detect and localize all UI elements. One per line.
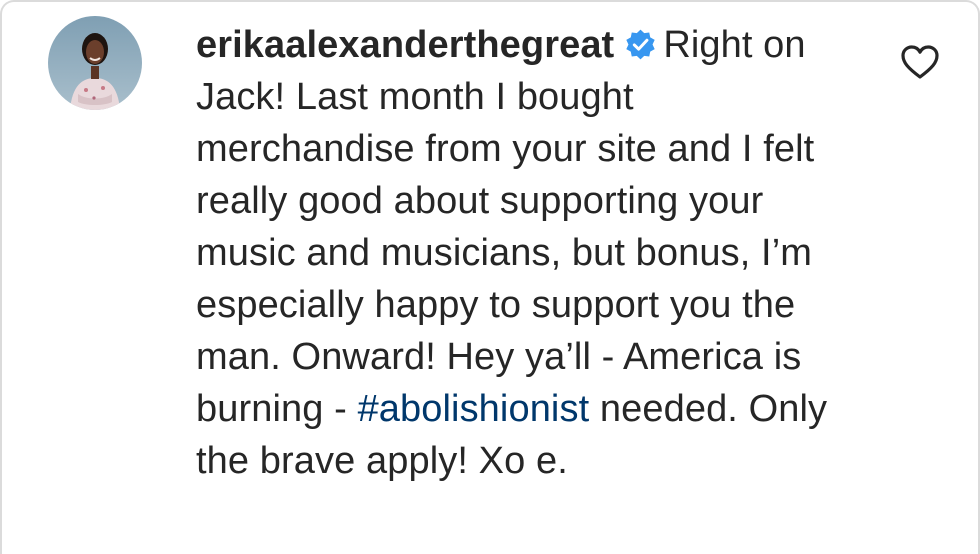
comment-row: erikaalexanderthegreat Right on Jack! Las… <box>48 16 978 487</box>
comment-body: erikaalexanderthegreat Right on Jack! Las… <box>196 19 836 487</box>
verified-badge-icon <box>624 23 657 60</box>
avatar[interactable] <box>48 16 142 110</box>
avatar-image <box>48 16 142 110</box>
comment-card: erikaalexanderthegreat Right on Jack! Las… <box>0 0 980 554</box>
comment-text-part1: Right on Jack! Last month I bought merch… <box>196 24 815 430</box>
hashtag-link[interactable]: #abolishionist <box>358 388 590 430</box>
comment-username[interactable]: erikaalexanderthegreat <box>196 24 614 66</box>
heart-icon[interactable] <box>900 44 940 80</box>
